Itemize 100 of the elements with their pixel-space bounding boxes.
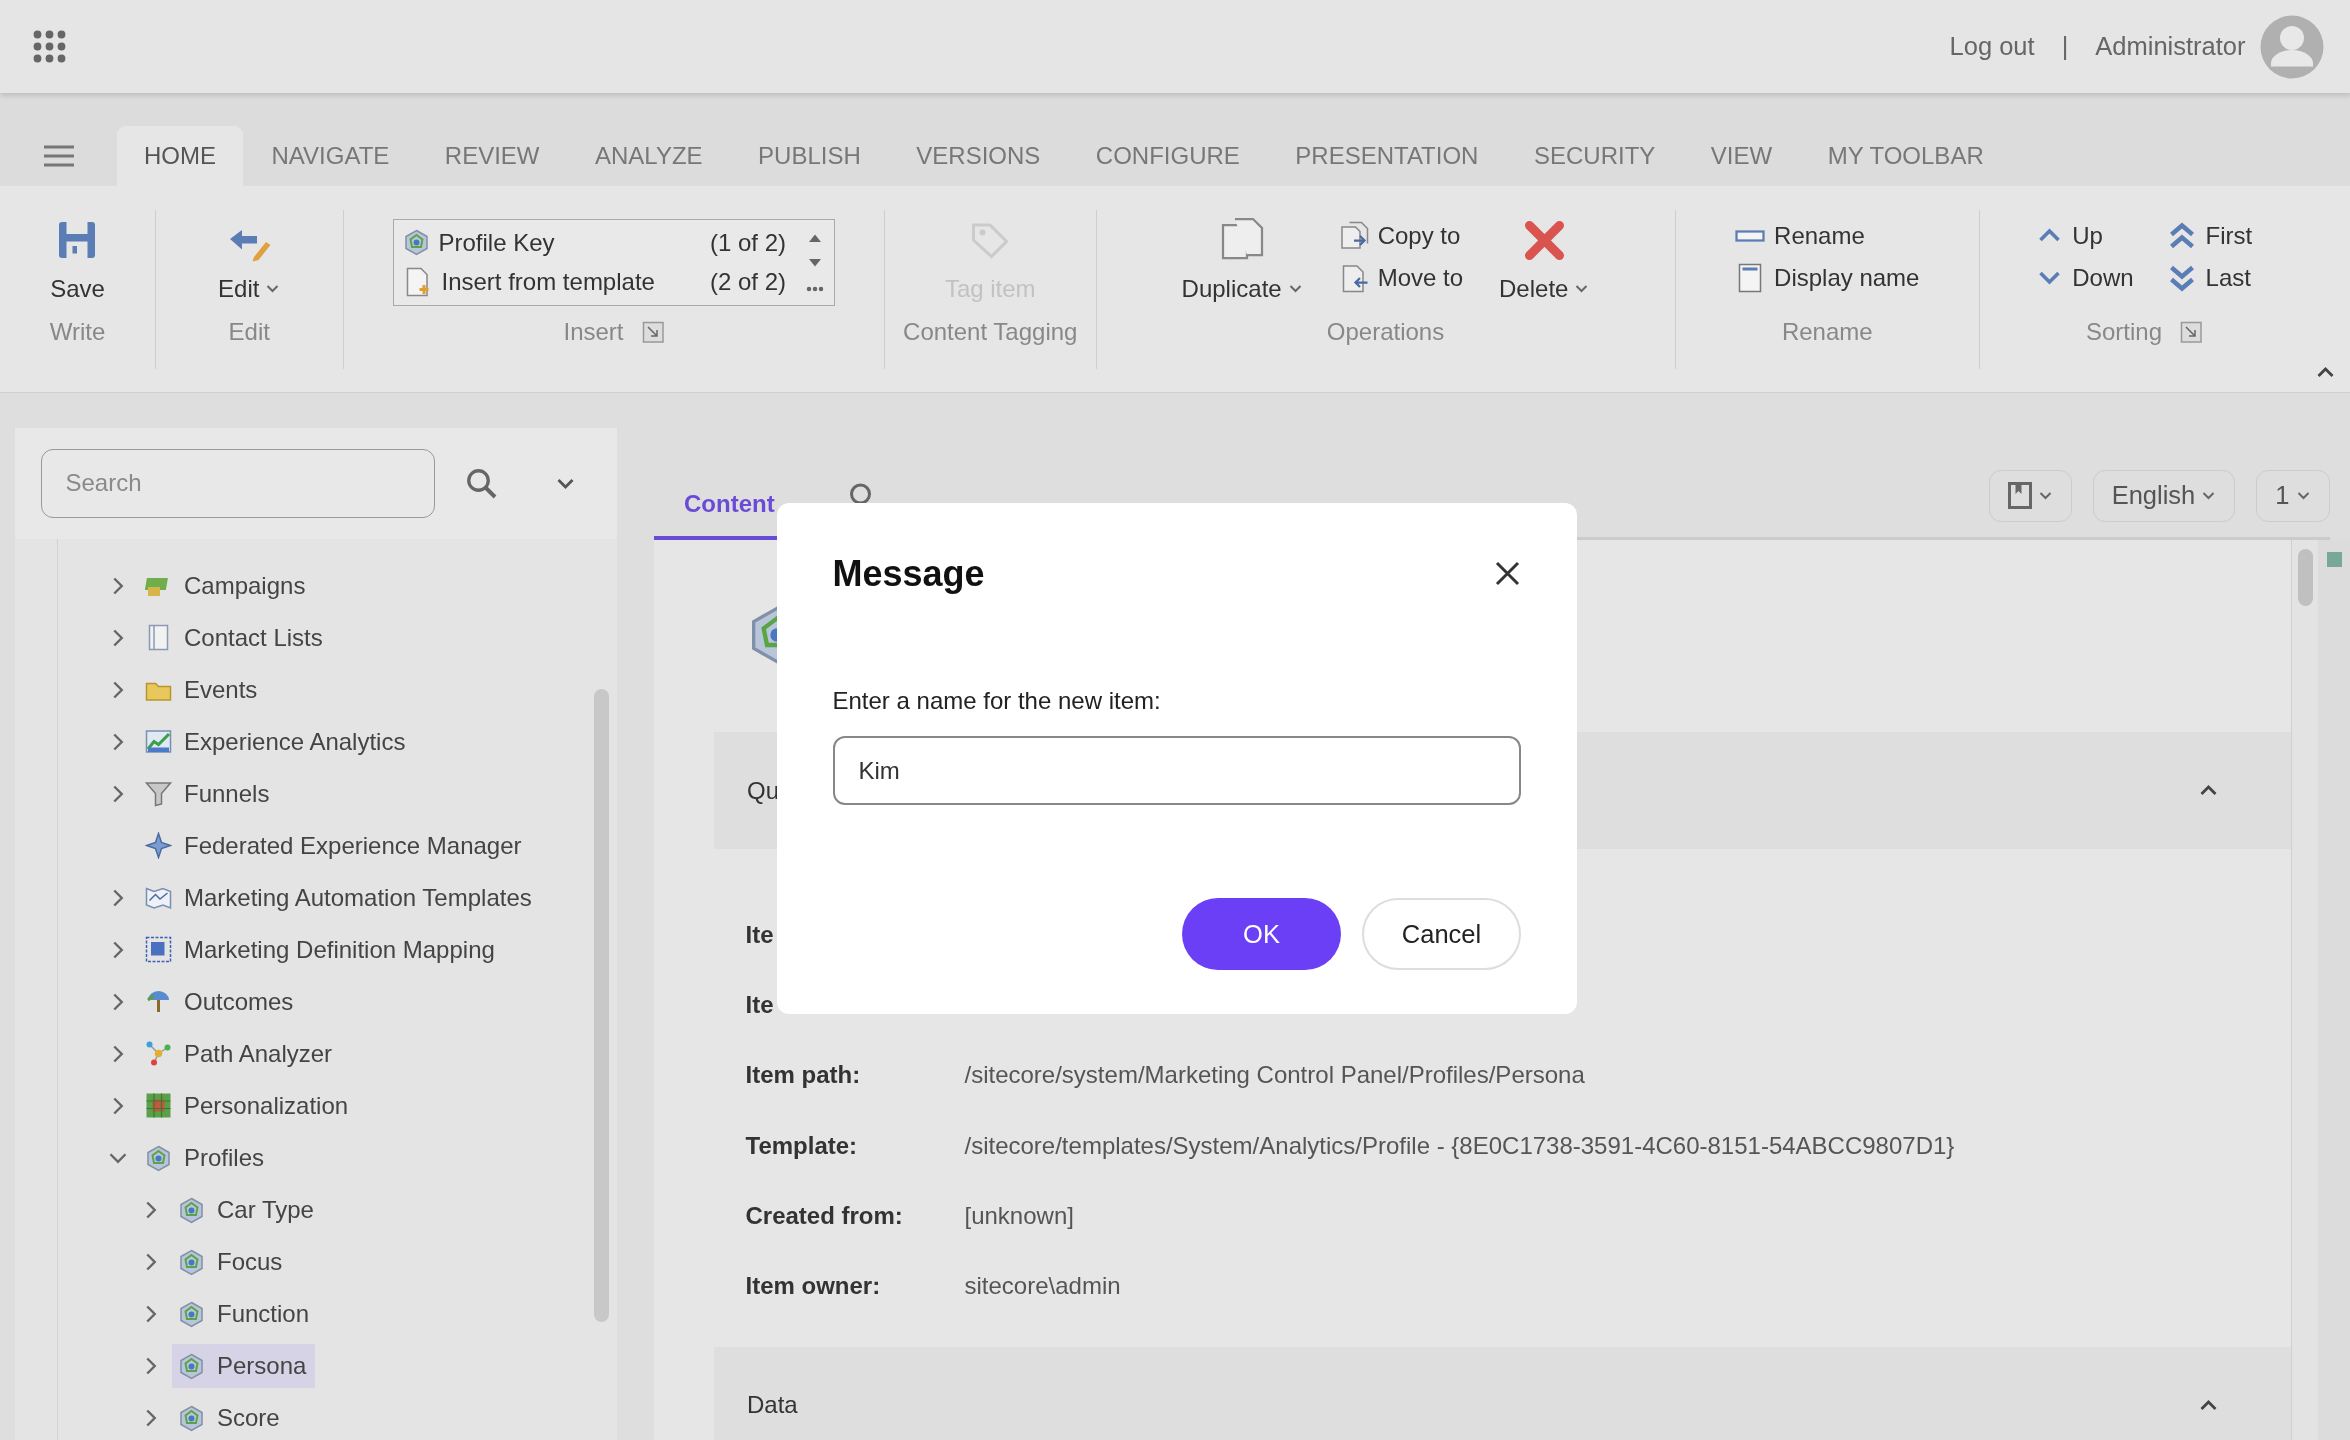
insert-option[interactable]: Insert from template (2 of 2) [402,262,786,302]
chevron-right-icon [112,1097,124,1115]
launcher-icon[interactable] [2180,320,2203,344]
tree-item[interactable]: Contact Lists [106,615,332,660]
dialog-prompt: Enter a name for the new item: [832,687,1162,715]
ribbon-button[interactable]: Last [2163,256,2256,299]
chevron-right-icon [112,888,124,907]
bookmark-dropdown[interactable] [1988,469,2072,522]
ribbon-button[interactable]: Edit [212,214,287,303]
field-label: Item owner: [745,1272,882,1301]
tree-item[interactable]: Events [106,667,267,712]
chevron-right-icon [112,940,124,959]
chevron-down-icon [109,1152,127,1165]
star-icon [145,832,172,860]
group-label: Insert [563,318,624,346]
tree-item[interactable]: Focus [139,1240,292,1284]
hexagon-icon [402,229,430,257]
launcher-icon[interactable] [641,320,664,344]
field-value: sitecore\admin [964,1272,1121,1301]
section-header[interactable]: Data [714,1346,2291,1440]
square-icon [2326,552,2342,567]
chevron-right-icon [112,628,124,647]
ribbon-button[interactable]: Move to [1335,256,1467,299]
chevron-right-icon [112,576,124,595]
ribbon-button[interactable]: First [2163,214,2256,257]
tree-item[interactable]: Car Type [139,1188,323,1232]
scroll-down-icon[interactable] [808,259,821,269]
menu-icon[interactable] [43,144,74,168]
tree-item[interactable]: Experience Analytics [106,719,415,764]
tree-item[interactable]: Personalization [106,1084,358,1128]
funnel-icon [145,780,172,808]
ribbon-button[interactable]: Display name [1732,256,1923,299]
group-label: Write [49,318,106,346]
grid-icon [145,1092,172,1120]
ribbon-tab[interactable]: HOME [117,126,243,186]
ribbon-button[interactable]: Delete [1493,214,1596,303]
chevron-right-icon [112,732,124,751]
field-value: /sitecore/system/Marketing Control Panel/Profiles/Persona [964,1061,1585,1090]
close-icon [1494,560,1521,588]
search-button[interactable] [465,466,498,500]
ribbon-button[interactable]: Up [2033,214,2137,257]
tree-item[interactable]: Marketing Definition Mapping [106,928,504,972]
version-dropdown[interactable]: 1 [2256,469,2330,522]
tree-item[interactable]: Federated Experience Manager [106,824,531,868]
chevron-right-icon [112,784,124,803]
hexagon-icon [178,1352,205,1380]
group-label: Edit [228,318,270,346]
dialog-button[interactable]: Cancel [1362,898,1521,970]
chart-icon [145,728,172,756]
close-button[interactable] [1494,560,1521,588]
user-name: Administrator [2095,32,2246,61]
more-icon[interactable] [805,285,824,292]
field-label: Template: [745,1131,859,1160]
ribbon-button[interactable]: Duplicate [1175,214,1309,303]
group-label: Operations [1326,318,1445,346]
tree-item[interactable]: Marketing Automation Templates [106,876,541,920]
hexagon-icon [145,1144,172,1172]
ribbon-button[interactable]: Down [2033,256,2137,299]
search-icon [465,466,498,500]
group-label: Content Tagging [903,318,1078,346]
scrollbar-thumb[interactable] [594,688,609,1322]
tree-item[interactable]: Funnels [106,771,279,816]
hexagon-icon [178,1196,205,1224]
hexagon-icon [178,1404,205,1432]
tree-item[interactable]: Score [139,1396,289,1440]
nodes-icon [145,1040,172,1068]
tree-item[interactable]: Profiles [106,1136,274,1180]
insert-option[interactable]: Profile Key (1 of 2) [402,223,786,263]
tree-item[interactable]: Path Analyzer [106,1032,342,1076]
logout-link[interactable]: Log out [1949,32,2035,61]
dialog-title: Message [832,552,985,595]
language-dropdown[interactable]: English [2092,469,2236,522]
chevron-right-icon [145,1305,157,1324]
hexagon-icon [178,1248,205,1276]
scroll-up-icon[interactable] [808,233,821,243]
apps-icon[interactable] [33,30,66,63]
separator: | [2061,32,2069,61]
chevron-right-icon [112,680,124,699]
hexagon-icon [178,1300,205,1328]
field-label: Ite [745,991,775,1020]
tree-item[interactable]: Function [139,1292,319,1336]
ribbon-button[interactable]: Rename [1732,214,1923,257]
group-label: Rename [1781,318,1873,346]
field-label: Ite [745,921,775,950]
chevron-right-icon [145,1409,157,1428]
scrollbar-thumb[interactable] [2297,549,2313,606]
tree-item[interactable]: Campaigns [106,563,315,608]
tree-item[interactable]: Outcomes [106,980,303,1024]
squares-icon [145,936,172,964]
field-value: /sitecore/templates/System/Analytics/Profile - {8E0C1738-3591-4C60-8151-54ABCC9807D1} [964,1131,1955,1160]
chevron-right-icon [145,1357,157,1376]
dialog-button[interactable]: OK [1182,898,1341,970]
field-label: Item path: [745,1061,862,1090]
name-field[interactable]: Kim [832,736,1521,805]
ribbon-button[interactable]: Copy to [1335,214,1467,257]
search-field[interactable]: Search [40,448,435,518]
chevron-right-icon [112,992,124,1011]
ribbon-button[interactable]: Save [44,214,111,303]
chevron-right-icon [112,1044,124,1063]
field-label: Created from: [745,1201,904,1230]
